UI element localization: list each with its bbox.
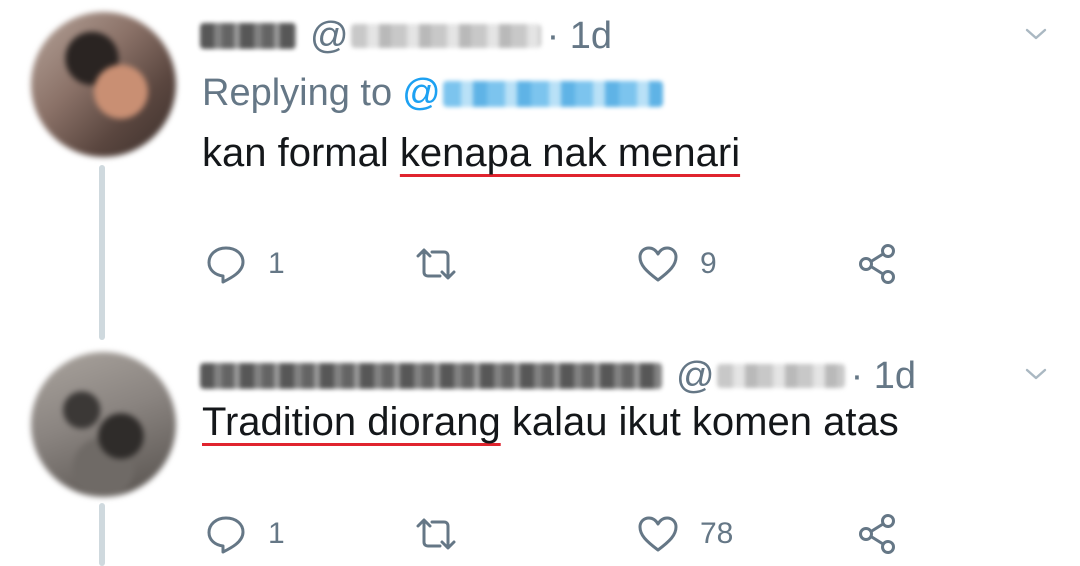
heart-icon <box>638 516 678 552</box>
share-button[interactable] <box>856 512 900 556</box>
reply-icon <box>207 246 245 284</box>
handle-redacted[interactable] <box>716 364 845 388</box>
share-button[interactable] <box>856 242 900 286</box>
tweet[interactable]: @ · 1d Replying to @ kan formal kenapa n… <box>0 0 1080 340</box>
mention-prefix[interactable]: @ <box>402 72 441 115</box>
tweet-text: kan formal kenapa nak menari <box>202 131 740 176</box>
retweet-icon <box>416 248 456 280</box>
thread-line <box>99 503 105 566</box>
retweet-icon <box>416 518 456 550</box>
reply-button[interactable]: 1 <box>204 512 285 556</box>
retweet-button[interactable] <box>414 512 478 556</box>
reply-count: 1 <box>268 517 285 550</box>
handle-redacted[interactable] <box>350 24 541 48</box>
tweet-text-plain: kan formal <box>202 131 400 175</box>
tweet-actions: 1 78 <box>204 512 924 562</box>
tweet-header: @ · 1d <box>200 14 612 58</box>
avatar[interactable] <box>31 12 176 157</box>
timestamp[interactable]: · 1d <box>851 355 916 398</box>
reply-icon <box>207 516 245 554</box>
tweet-text-underlined: Tradition diorang <box>202 400 501 444</box>
reply-count: 1 <box>268 247 285 280</box>
avatar[interactable] <box>31 352 176 497</box>
reply-button[interactable]: 1 <box>204 242 285 286</box>
handle-prefix: @ <box>676 354 715 397</box>
handle-prefix: @ <box>310 14 349 57</box>
thread-line <box>99 165 105 340</box>
tweet-text-underlined: kenapa nak menari <box>399 131 741 175</box>
display-name-redacted[interactable] <box>200 23 296 49</box>
chevron-down-icon[interactable] <box>1024 22 1048 46</box>
display-name-redacted[interactable] <box>200 363 662 389</box>
like-count: 78 <box>700 517 734 550</box>
retweet-button[interactable] <box>414 242 478 286</box>
tweet-header: @ · 1d <box>200 354 916 398</box>
share-icon <box>859 244 895 284</box>
like-button[interactable]: 78 <box>636 512 733 556</box>
like-button[interactable]: 9 <box>636 242 717 286</box>
tweet-text: Tradition diorang kalau ikut komen atas <box>202 400 899 445</box>
timestamp[interactable]: · 1d <box>547 15 612 58</box>
mention-redacted[interactable] <box>442 80 663 107</box>
replying-to: Replying to @ <box>202 72 663 115</box>
share-icon <box>859 514 895 554</box>
chevron-down-icon[interactable] <box>1024 362 1048 386</box>
tweet-actions: 1 9 <box>204 242 924 292</box>
replying-to-label: Replying to <box>202 72 393 114</box>
tweet[interactable]: @ · 1d Tradition diorang kalau ikut kome… <box>0 340 1080 566</box>
like-count: 9 <box>700 247 717 280</box>
heart-icon <box>638 246 678 282</box>
tweet-text-plain: kalau ikut komen atas <box>500 400 899 444</box>
